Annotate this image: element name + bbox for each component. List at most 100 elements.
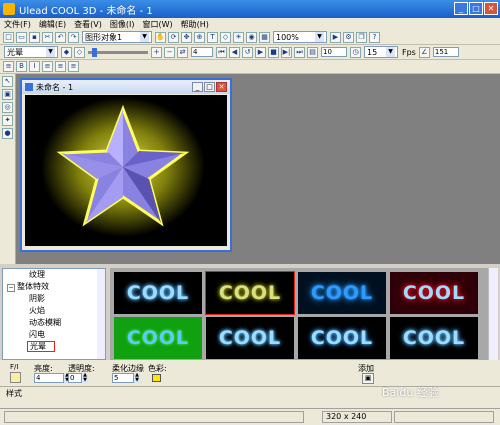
- menu-window[interactable]: 窗口(W): [138, 19, 176, 30]
- keyframe-icon[interactable]: ◇: [74, 46, 85, 58]
- align-center-icon[interactable]: ≡: [55, 61, 66, 72]
- color-tool-icon[interactable]: ●: [2, 128, 13, 139]
- film-icon[interactable]: ▤: [307, 46, 318, 58]
- rotate-icon[interactable]: ⟳: [168, 31, 179, 43]
- select-tool-icon[interactable]: ↖: [2, 76, 13, 87]
- open-icon[interactable]: ▭: [16, 31, 27, 43]
- object-select[interactable]: 图形对象1 ▼: [82, 31, 152, 43]
- style-label: 样式: [6, 389, 22, 398]
- bold-icon[interactable]: B: [16, 61, 27, 72]
- object-tool-icon[interactable]: ▣: [2, 89, 13, 100]
- fi-button[interactable]: [10, 372, 21, 383]
- move-icon[interactable]: ✥: [181, 31, 192, 43]
- preset-thumbnail[interactable]: COOL: [114, 317, 202, 359]
- light-icon[interactable]: ☀: [233, 31, 244, 43]
- tree-item-glow[interactable]: 光晕: [3, 341, 105, 353]
- tree-item-texture[interactable]: 纹理: [3, 269, 105, 281]
- flip-icon[interactable]: ⇄: [177, 46, 188, 58]
- tree-scrollbar[interactable]: [97, 269, 105, 359]
- tree-item-shadow[interactable]: 阴影: [3, 293, 105, 305]
- app-icon: [3, 3, 15, 15]
- menu-view[interactable]: 查看(V): [70, 19, 106, 30]
- key-icon[interactable]: ◆: [61, 46, 72, 58]
- preset-thumbnail[interactable]: COOL: [390, 272, 478, 314]
- document-icon: [25, 83, 33, 91]
- doc-close-button[interactable]: ✕: [216, 82, 227, 92]
- doc-minimize-button[interactable]: _: [192, 82, 203, 92]
- add-keyframe-icon[interactable]: +: [151, 46, 162, 58]
- prev-frame-icon[interactable]: ◀: [229, 46, 240, 58]
- opacity-field[interactable]: 0: [68, 373, 82, 383]
- align-icon[interactable]: ≡: [3, 61, 14, 72]
- tree-item-motion-blur[interactable]: 动态模糊: [3, 317, 105, 329]
- tree-item-lightning[interactable]: 闪电: [3, 329, 105, 341]
- color-swatch[interactable]: [152, 374, 161, 382]
- effect-select[interactable]: 光晕 ▼: [4, 46, 58, 58]
- zoom-icon[interactable]: ⊕: [194, 31, 205, 43]
- stop-icon[interactable]: ■: [268, 46, 279, 58]
- align-right-icon[interactable]: ≡: [68, 61, 79, 72]
- align-left-icon[interactable]: ≡: [42, 61, 53, 72]
- total-frames-field[interactable]: 10: [321, 47, 347, 57]
- preset-thumbnail-selected[interactable]: COOL: [205, 271, 295, 315]
- add-preset-button[interactable]: ▣: [362, 373, 374, 384]
- zoom-select[interactable]: 100% ▼: [273, 31, 327, 43]
- tree-item-fire[interactable]: 火焰: [3, 305, 105, 317]
- camera-tool-icon[interactable]: ◎: [2, 102, 13, 113]
- text-icon[interactable]: T: [207, 31, 218, 43]
- last-frame-icon[interactable]: ⏭: [294, 46, 305, 58]
- redo-icon[interactable]: ↷: [68, 31, 79, 43]
- tree-item-global-effects[interactable]: − 整体特效: [3, 281, 105, 293]
- fps-select[interactable]: 15 ▼: [364, 46, 398, 58]
- brightness-field[interactable]: 4: [34, 373, 64, 383]
- light-tool-icon[interactable]: ✦: [2, 115, 13, 126]
- play-icon[interactable]: ▶: [330, 31, 341, 43]
- menu-help[interactable]: 帮助(H): [177, 19, 213, 30]
- timeline-slider[interactable]: [88, 47, 148, 57]
- cut-icon[interactable]: ✂: [42, 31, 53, 43]
- settings-icon[interactable]: ⚙: [343, 31, 354, 43]
- clock-icon[interactable]: ◷: [350, 46, 361, 58]
- angle-icon[interactable]: ∠: [418, 46, 430, 58]
- timeline-thumb[interactable]: [92, 47, 97, 57]
- preset-thumbnail[interactable]: COOL: [390, 317, 478, 359]
- undo-icon[interactable]: ↶: [55, 31, 66, 43]
- soft-edge-spinner[interactable]: ▲ ▼: [134, 373, 140, 383]
- menu-file[interactable]: 文件(F): [0, 19, 35, 30]
- save-icon[interactable]: ▪: [29, 31, 40, 43]
- new-icon[interactable]: □: [3, 31, 14, 43]
- gallery-scrollbar[interactable]: [488, 268, 498, 360]
- document-title-bar: 未命名 - 1 _ □ ✕: [22, 80, 230, 94]
- preset-thumbnail[interactable]: COOL: [298, 272, 386, 314]
- globe-icon[interactable]: ◉: [246, 31, 257, 43]
- next-frame-icon[interactable]: ▶|: [281, 46, 292, 58]
- minimize-button[interactable]: _: [454, 2, 468, 15]
- glowing-star-icon: [41, 97, 205, 237]
- remove-keyframe-icon[interactable]: −: [164, 46, 175, 58]
- frame-field[interactable]: 4: [191, 47, 213, 57]
- render-canvas[interactable]: [25, 95, 227, 246]
- preset-thumbnail[interactable]: COOL: [298, 317, 386, 359]
- italic-icon[interactable]: I: [29, 61, 40, 72]
- window-title: Ulead COOL 3D - 未命名 - 1: [19, 5, 153, 17]
- collapse-icon[interactable]: −: [7, 284, 15, 292]
- angle-field[interactable]: 151: [432, 47, 459, 57]
- preset-thumbnail[interactable]: COOL: [206, 317, 294, 359]
- animation-toolbar: 光晕 ▼ ◆ ◇ + − ⇄ 4 ⏮ ◀ ↺ ▶ ■ ▶| ⏭ ▤ 10 ◷ 15…: [0, 45, 500, 60]
- menu-image[interactable]: 图像(I): [106, 19, 139, 30]
- shape-icon[interactable]: ◇: [220, 31, 231, 43]
- maximize-button[interactable]: □: [469, 2, 483, 15]
- opacity-spinner[interactable]: ▲ ▼: [82, 373, 88, 383]
- play-button-icon[interactable]: ▶: [255, 46, 266, 58]
- preset-thumbnail[interactable]: COOL: [114, 272, 202, 314]
- menu-edit[interactable]: 编辑(E): [35, 19, 70, 30]
- copy-icon[interactable]: ❐: [356, 31, 367, 43]
- hand-icon[interactable]: ✋: [155, 31, 166, 43]
- loop-icon[interactable]: ↺: [242, 46, 253, 58]
- grid-icon[interactable]: ▦: [259, 31, 270, 43]
- doc-maximize-button[interactable]: □: [204, 82, 215, 92]
- first-frame-icon[interactable]: ⏮: [216, 46, 227, 58]
- soft-edge-field[interactable]: 5: [112, 373, 134, 383]
- help-icon[interactable]: ?: [369, 31, 380, 43]
- close-button[interactable]: ✕: [484, 2, 498, 15]
